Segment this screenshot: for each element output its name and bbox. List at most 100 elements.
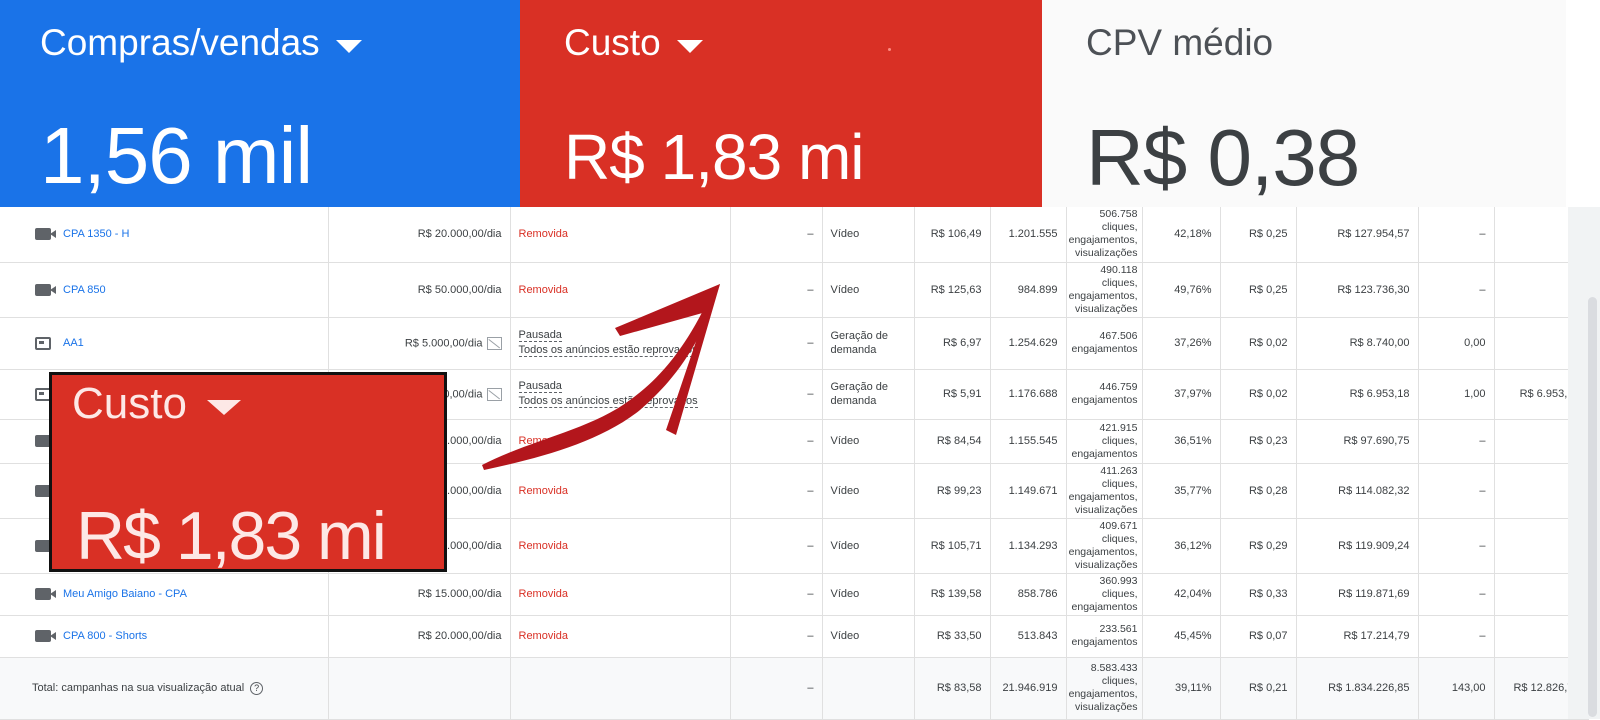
conversions-cell: –: [1418, 463, 1495, 519]
scorecards: Compras/vendas 1,56 mil Custo R$ 1,83 mi…: [0, 0, 1600, 207]
campaign-type-cell: Geração de demanda: [822, 317, 915, 370]
campaign-name-link[interactable]: AA1: [63, 337, 84, 349]
conversions-cell: –: [1418, 207, 1495, 263]
cost-card-title[interactable]: Custo: [564, 22, 703, 64]
cpv-cell: R$ 0,02: [1220, 369, 1297, 420]
chevron-down-icon[interactable]: [335, 39, 362, 53]
purchases-label: Compras/vendas: [40, 22, 320, 63]
table-row[interactable]: AA1 R$ 5.000,00/dia Pausada Todos os anúnci…: [0, 317, 1589, 370]
cost-cell: R$ 97.690,75: [1296, 419, 1419, 464]
avg-cost-cell: R$ 99,23: [914, 463, 991, 519]
cpv-cell: R$ 0,29: [1220, 518, 1297, 574]
avg-cost-cell: R$ 105,71: [914, 518, 991, 574]
cost-cell: R$ 119.871,69: [1296, 573, 1419, 616]
conversions-cell: –: [1418, 262, 1495, 318]
campaign-type-cell: Vídeo: [822, 262, 915, 318]
rate-cell: 36,12%: [1142, 518, 1221, 574]
budget-value: R$ 20.000,00/dia: [417, 630, 502, 642]
cost-cell: R$ 17.214,79: [1296, 615, 1419, 658]
status-removed-label: Removida: [518, 539, 569, 552]
impressions-cell: 1.176.688: [990, 369, 1067, 420]
campaign-name-link[interactable]: CPA 850: [63, 284, 106, 296]
table-row[interactable]: CPA 850 R$ 50.000,00/dia Removida – Vídeo R$ …: [0, 262, 1589, 318]
impressions-cell: 1.155.545: [990, 419, 1067, 464]
video-campaign-icon: [35, 588, 56, 600]
zoom-cost-value: R$ 1,83 mi: [76, 498, 387, 574]
campaign-type-cell: Vídeo: [822, 419, 915, 464]
cpv-cell: R$ 0,33: [1220, 573, 1297, 616]
cost-cell: R$ 8.740,00: [1296, 317, 1419, 370]
campaign-cell: Meu Amigo Baiano - CPA: [0, 573, 329, 616]
help-icon[interactable]: ?: [250, 681, 264, 695]
rate-cell: 49,76%: [1142, 262, 1221, 318]
cpv-cell: R$ 0,07: [1220, 615, 1297, 658]
campaign-type-cell: Vídeo: [822, 615, 915, 658]
rate-cell: 37,97%: [1142, 369, 1221, 420]
zoom-cost-label: Custo: [72, 379, 187, 428]
budget-cell[interactable]: R$ 20.000,00/dia: [328, 615, 511, 658]
conversions-cell: –: [1418, 615, 1495, 658]
totals-row: Total: campanhas na sua visualização atu…: [0, 657, 1589, 720]
total-cpv: R$ 0,21: [1220, 657, 1297, 720]
empty-cell: [328, 657, 511, 720]
campaign-cell: AA1: [0, 317, 329, 370]
table-row[interactable]: CPA 800 - Shorts R$ 20.000,00/dia Removida…: [0, 615, 1589, 658]
campaign-name-wrapper: CPA 1350 - H: [8, 228, 320, 241]
total-engagements: 8.583.433 cliques, engajamentos, visuali…: [1066, 657, 1143, 720]
scrollbar-thumb[interactable]: [1588, 297, 1597, 717]
impressions-cell: 984.899: [990, 262, 1067, 318]
campaign-type-cell: Vídeo: [822, 573, 915, 616]
avg-cost-cell: R$ 84,54: [914, 419, 991, 464]
campaign-name-link[interactable]: Meu Amigo Baiano - CPA: [63, 588, 187, 600]
cpv-card[interactable]: CPV médio R$ 0,38: [1042, 0, 1566, 207]
campaign-type-cell: Vídeo: [822, 518, 915, 574]
budget-cell[interactable]: R$ 15.000,00/dia: [328, 573, 511, 616]
cpv-cell: R$ 0,28: [1220, 463, 1297, 519]
avg-cost-cell: R$ 6,97: [914, 317, 991, 370]
engagements-cell: 360.993 cliques, engajamentos: [1066, 573, 1143, 616]
video-campaign-icon: [35, 283, 56, 296]
table-row[interactable]: CPA 1350 - H R$ 20.000,00/dia Removida – Víd…: [0, 207, 1589, 263]
status-removed-label: Removida: [518, 588, 569, 600]
budget-cell[interactable]: R$ 20.000,00/dia: [328, 207, 511, 263]
red-arrow-annotation: [482, 284, 720, 470]
video-campaign-icon: [35, 630, 56, 642]
empty-metric-cell: –: [730, 518, 823, 574]
totals-label-cell: Total: campanhas na sua visualização atu…: [0, 657, 329, 720]
totals-label: Total: campanhas na sua visualização atu…: [32, 681, 245, 694]
campaign-cell: CPA 850: [0, 262, 329, 318]
purchases-card-title[interactable]: Compras/vendas: [40, 22, 362, 64]
campaign-name-link[interactable]: CPA 1350 - H: [63, 228, 129, 240]
rate-cell: 45,45%: [1142, 615, 1221, 658]
status-removed-label: Removida: [518, 630, 569, 642]
vertical-scrollbar[interactable]: [1568, 207, 1600, 719]
status-removed-label: Removida: [518, 484, 569, 497]
rate-cell: 42,18%: [1142, 207, 1221, 263]
campaign-name-link[interactable]: CPA 800 - Shorts: [63, 630, 147, 642]
budget-value: R$ 15.000,00/dia: [417, 588, 502, 600]
budget-value: R$ 20.000,00/dia: [417, 228, 502, 241]
total-rate: 39,11%: [1142, 657, 1221, 720]
conversions-cell: 1,00: [1418, 369, 1495, 420]
empty-cell: [510, 657, 731, 720]
chevron-down-icon[interactable]: [676, 39, 703, 53]
video-campaign-icon: [35, 228, 56, 241]
conversions-cell: 0,00: [1418, 317, 1495, 370]
campaign-name-wrapper: CPA 800 - Shorts: [8, 630, 320, 642]
purchases-card[interactable]: Compras/vendas 1,56 mil: [0, 0, 520, 207]
campaign-name-wrapper: Meu Amigo Baiano - CPA: [8, 588, 320, 600]
conversions-cell: –: [1418, 518, 1495, 574]
rate-cell: 37,26%: [1142, 317, 1221, 370]
chevron-down-icon: [206, 399, 241, 415]
campaign-type-cell: Geração de demanda: [822, 369, 915, 420]
empty-metric-cell: –: [730, 207, 823, 263]
total-cost: R$ 1.834.226,85: [1296, 657, 1419, 720]
engagements-cell: 506.758 cliques, engajamentos, visualiza…: [1066, 207, 1143, 263]
cpv-cell: R$ 0,02: [1220, 317, 1297, 370]
cost-card[interactable]: Custo R$ 1,83 mi: [520, 0, 1042, 207]
cost-cell: R$ 119.909,24: [1296, 518, 1419, 574]
avg-cost-cell: R$ 106,49: [914, 207, 991, 263]
table-row[interactable]: Meu Amigo Baiano - CPA R$ 15.000,00/dia Re…: [0, 573, 1589, 616]
total-conversions: 143,00: [1418, 657, 1495, 720]
total-avg-cost: R$ 83,58: [914, 657, 991, 720]
